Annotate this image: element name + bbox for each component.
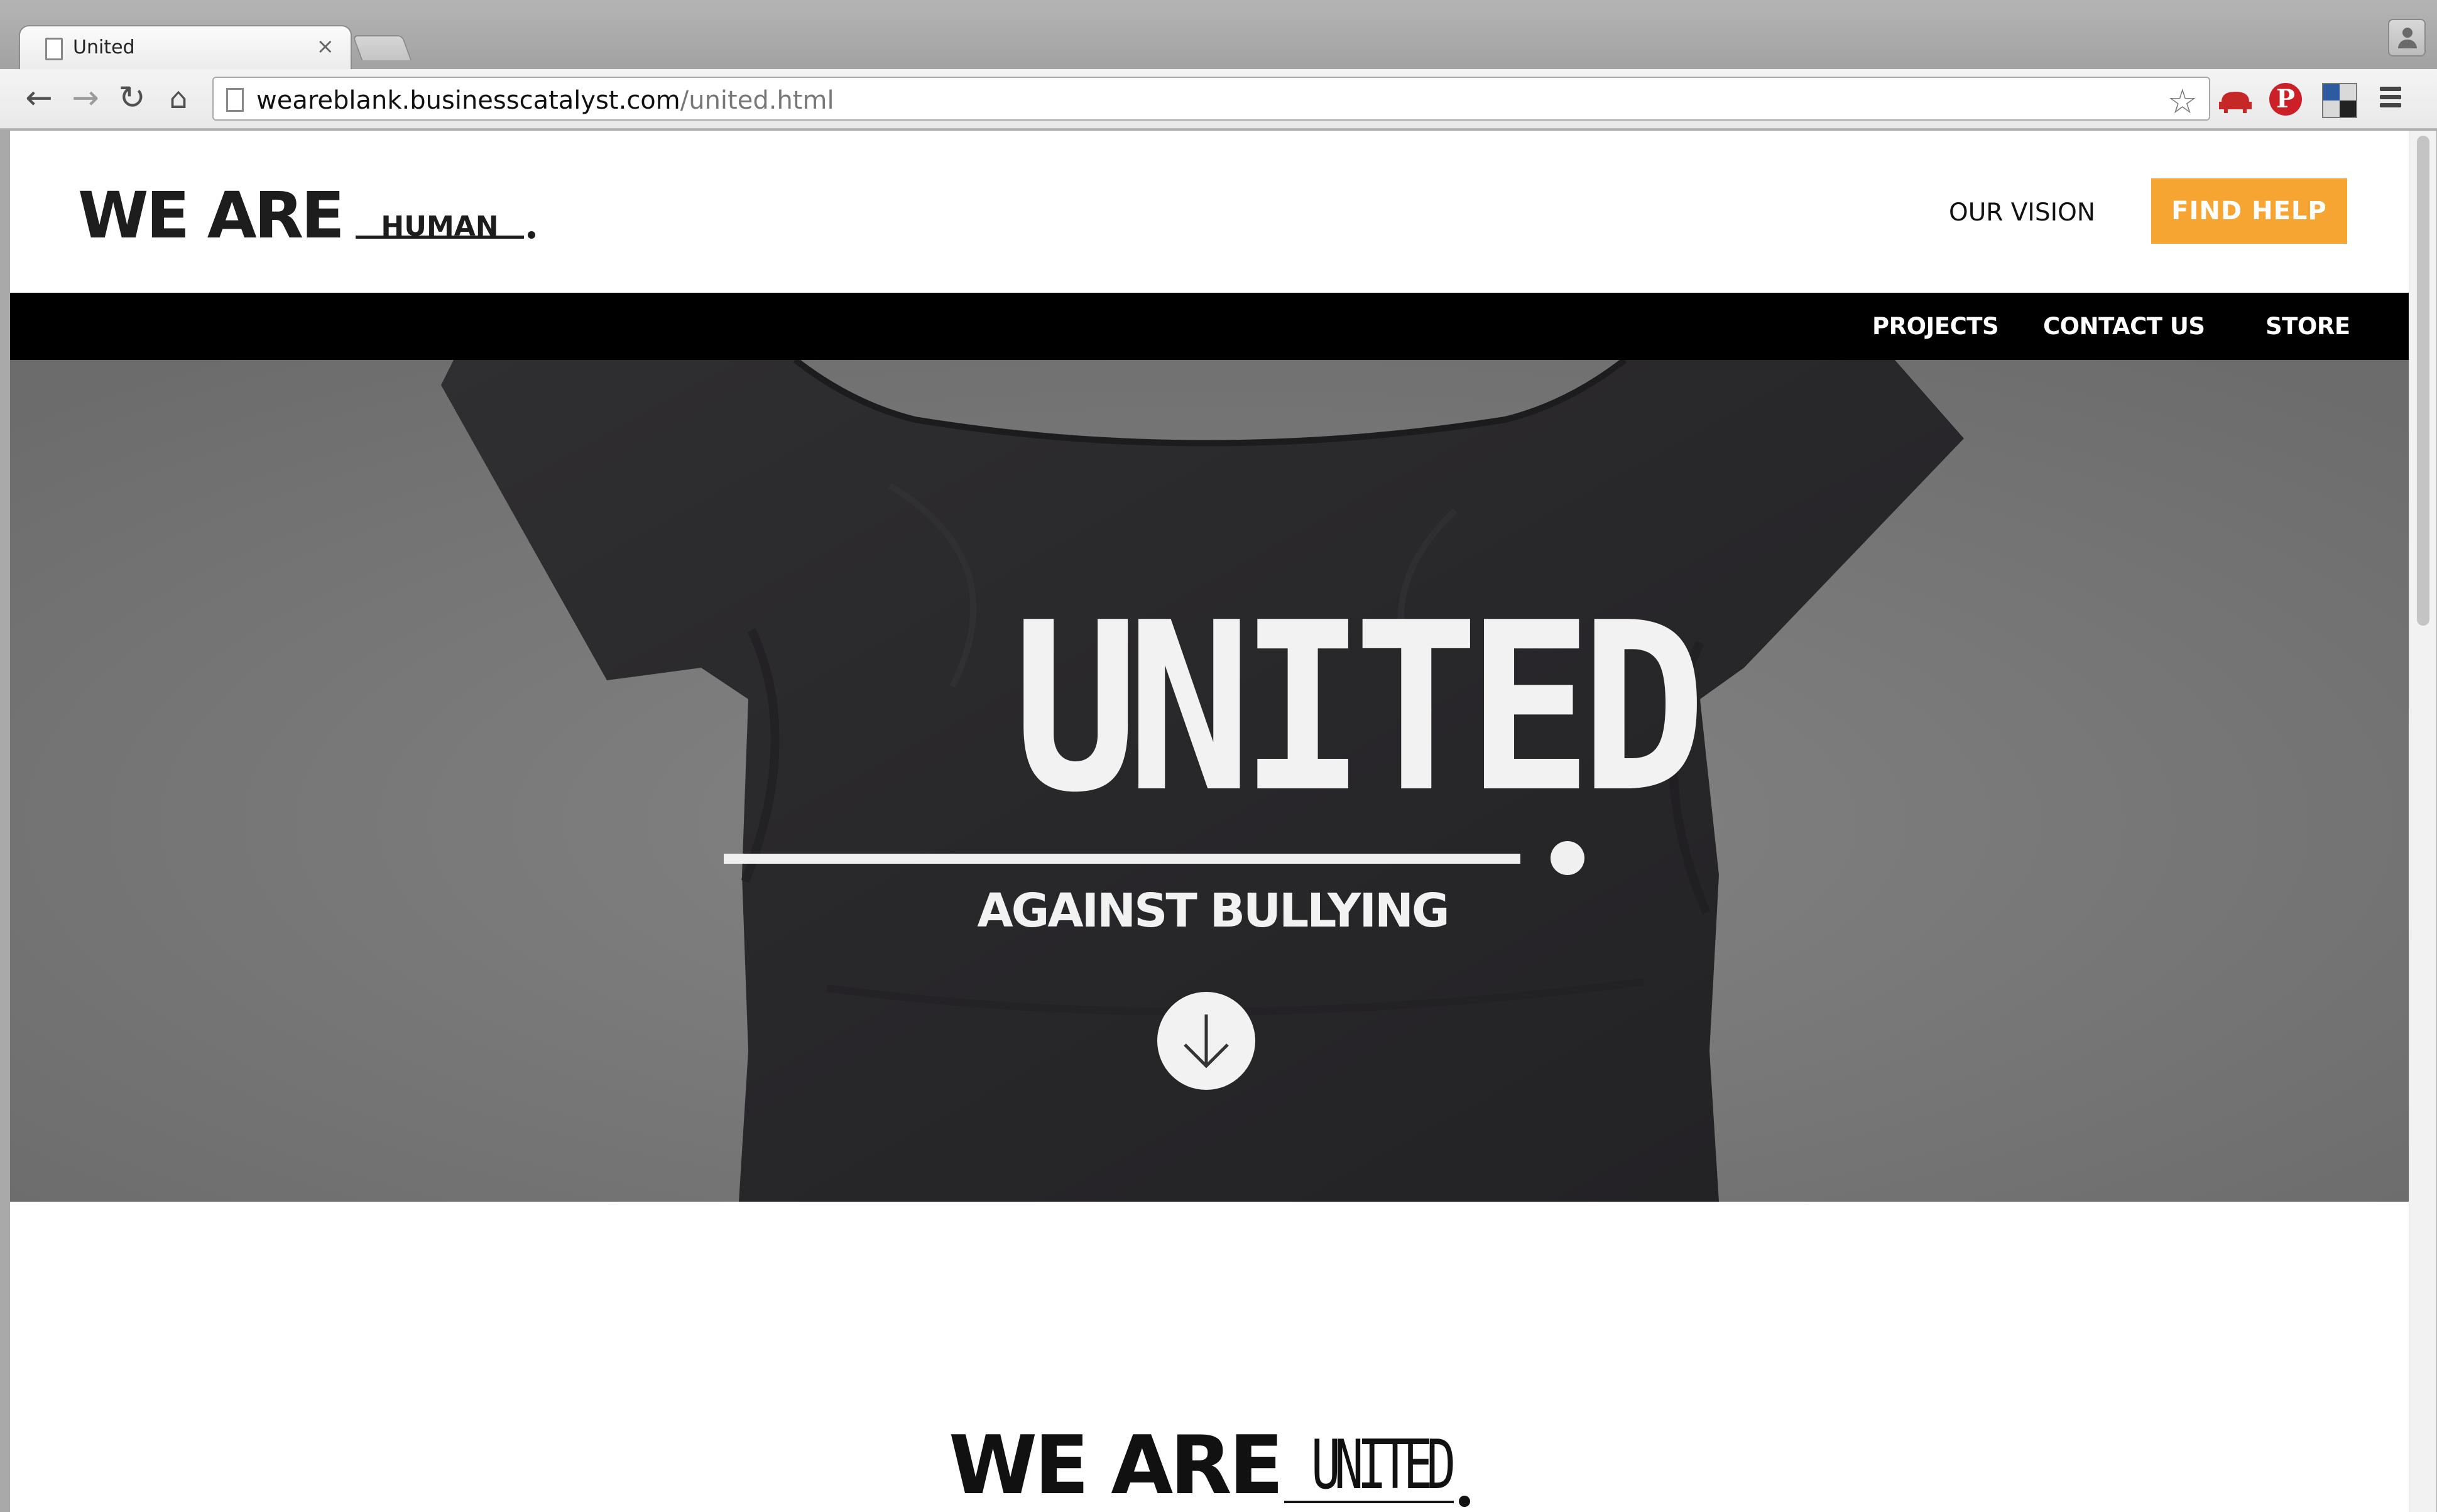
section-logo: WE ARE UNITED [949, 1425, 1489, 1507]
logo-blank: HUMAN [356, 210, 524, 242]
section-logo-dot [1459, 1496, 1470, 1507]
bookmark-star-icon[interactable]: ☆ [2167, 82, 2198, 121]
tab-united[interactable]: United × [19, 25, 352, 69]
find-help-button[interactable]: FIND HELP [2151, 178, 2347, 244]
hero-title: UNITED [1013, 574, 1706, 844]
page-icon [45, 38, 63, 60]
site-logo[interactable]: WE ARE HUMAN [78, 178, 555, 254]
main-nav: PROJECTS CONTACT US STORE [10, 293, 2409, 360]
scrollbar[interactable] [2409, 131, 2436, 1512]
scrollbar-thumb[interactable] [2417, 136, 2429, 626]
logo-prefix: WE ARE [78, 178, 345, 253]
browser-toolbar: ← → ↻ ⌂ weareblank.businesscatalyst.com/… [0, 69, 2437, 129]
forward-icon[interactable]: → [65, 78, 106, 118]
nav-projects[interactable]: PROJECTS [1872, 313, 1999, 340]
url-host: weareblank.businesscatalyst.com [256, 86, 680, 115]
extension-grid-icon[interactable] [2322, 83, 2357, 118]
url-text[interactable]: weareblank.businesscatalyst.com/united.h… [256, 86, 834, 115]
hero-underline [724, 854, 1520, 864]
our-vision-link[interactable]: OUR VISION [1949, 199, 2095, 227]
profile-icon[interactable] [2388, 19, 2426, 57]
section-logo-blank: UNITED [1284, 1426, 1456, 1504]
new-tab-button[interactable] [352, 35, 412, 60]
nav-contact-us[interactable]: CONTACT US [2043, 313, 2205, 340]
hero-dot [1551, 841, 1584, 875]
pinterest-icon[interactable]: P [2269, 83, 2302, 116]
reload-icon[interactable]: ↻ [112, 78, 152, 118]
section-logo-prefix: WE ARE [949, 1419, 1284, 1512]
home-icon[interactable]: ⌂ [158, 78, 199, 118]
browser-window: United × ← → ↻ ⌂ weareblank.businesscata… [0, 0, 2437, 1512]
hero-banner: UNITED AGAINST BULLYING [10, 360, 2409, 1202]
logo-dot [528, 231, 535, 239]
scroll-down-button[interactable] [1157, 992, 1255, 1090]
intro-section: WE ARE UNITED [10, 1202, 2409, 1512]
section-logo-word: UNITED [1311, 1426, 1456, 1504]
nav-store[interactable]: STORE [2265, 313, 2350, 340]
menu-icon[interactable] [2376, 83, 2411, 118]
page-viewport: WE ARE HUMAN OUR VISION FIND HELP PROJEC… [10, 131, 2436, 1512]
address-bar[interactable]: weareblank.businesscatalyst.com/united.h… [212, 77, 2210, 121]
tab-close-icon[interactable]: × [317, 34, 335, 59]
back-icon[interactable]: ← [19, 78, 59, 118]
hero-subtitle: AGAINST BULLYING [977, 884, 1449, 938]
tab-strip: United × [0, 0, 2437, 69]
couch-extension-icon[interactable] [2218, 83, 2253, 118]
tab-title: United [73, 36, 135, 58]
arrow-down-icon [1184, 1014, 1229, 1069]
site-header: WE ARE HUMAN OUR VISION FIND HELP [10, 131, 2409, 293]
page-icon [226, 88, 244, 112]
logo-word: HUMAN [381, 210, 499, 242]
url-path: /united.html [680, 86, 834, 115]
